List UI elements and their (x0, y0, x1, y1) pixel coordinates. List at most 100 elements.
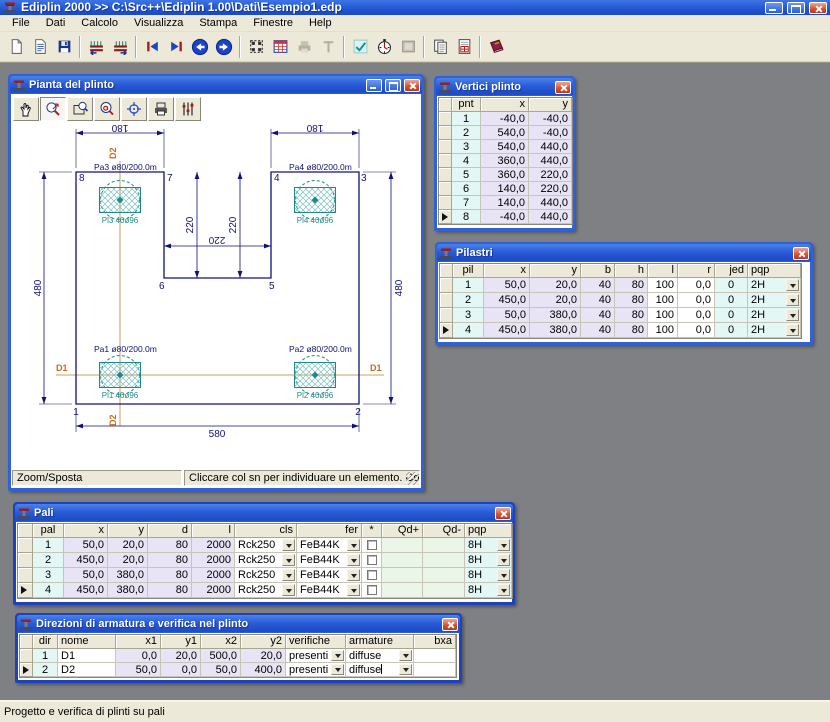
table-cell[interactable]: Rck250 (235, 553, 297, 568)
table-cell[interactable]: 50,0 (201, 663, 241, 677)
table-cell[interactable]: 440,0 (529, 154, 572, 168)
table-cell[interactable]: diffuse (346, 649, 414, 663)
table-cell[interactable] (382, 538, 423, 553)
table-cell[interactable]: 5 (452, 168, 481, 182)
table-cell[interactable]: 20,0 (530, 278, 581, 293)
table-cell[interactable]: Rck250 (235, 568, 297, 583)
table-cell[interactable]: 8H (465, 553, 512, 568)
last-record-button[interactable] (164, 35, 188, 59)
table-cell[interactable]: Rck250 (235, 583, 297, 598)
table-cell[interactable]: 40 (581, 278, 615, 293)
table-cell[interactable]: 380,0 (108, 568, 148, 583)
table-cell[interactable]: 380,0 (530, 323, 581, 338)
table-cell[interactable] (423, 553, 465, 568)
dropdown-button[interactable] (786, 309, 799, 321)
zoom-window-button[interactable] (67, 97, 93, 121)
table-cell[interactable]: 450,0 (484, 323, 530, 338)
pianta-maximize-button[interactable] (385, 79, 401, 92)
close-button[interactable] (809, 2, 827, 14)
maximize-button[interactable] (787, 2, 805, 14)
table-cell[interactable]: 8 (452, 210, 481, 224)
table-cell[interactable]: 0,0 (678, 323, 715, 338)
table-cell[interactable]: D1 (58, 649, 116, 663)
table-cell[interactable]: 2 (453, 293, 484, 308)
table-cell[interactable]: 540,0 (481, 126, 529, 140)
table-cell[interactable]: 1 (453, 278, 484, 293)
checkbox[interactable] (367, 540, 377, 550)
dropdown-button[interactable] (331, 664, 344, 675)
dropdown-button[interactable] (497, 539, 510, 551)
table-cell[interactable]: 0 (715, 293, 748, 308)
table-cell[interactable]: 140,0 (481, 182, 529, 196)
dropdown-button[interactable] (282, 554, 295, 566)
table-cell[interactable]: 0,0 (116, 649, 161, 663)
table-cell[interactable]: 20,0 (530, 293, 581, 308)
table-cell[interactable] (414, 663, 456, 677)
table-cell[interactable]: 20,0 (108, 553, 148, 568)
table-cell[interactable] (362, 553, 382, 568)
table-cell[interactable]: 100 (648, 293, 678, 308)
table-cell[interactable] (423, 538, 465, 553)
table-cell[interactable] (362, 583, 382, 598)
table-cell[interactable]: D2 (58, 663, 116, 677)
table-cell[interactable]: 2 (33, 553, 64, 568)
table-cell[interactable] (382, 553, 423, 568)
pan-hand-button[interactable] (13, 97, 39, 121)
table-cell[interactable]: 50,0 (116, 663, 161, 677)
menu-help[interactable]: Help (301, 16, 340, 30)
table-cell[interactable]: 8H (465, 538, 512, 553)
pilastri-close-button[interactable] (793, 247, 809, 260)
table-cell[interactable]: 0,0 (161, 663, 201, 677)
menu-file[interactable]: File (4, 16, 38, 30)
table-cell[interactable]: FeB44K (297, 568, 362, 583)
table-cell[interactable]: 4 (453, 323, 484, 338)
table-cell[interactable]: 50,0 (484, 278, 530, 293)
table-cell[interactable]: 220,0 (529, 182, 572, 196)
plinth-plan-button[interactable] (244, 35, 268, 59)
table-cell[interactable] (414, 649, 456, 663)
plinth-plan-drawing[interactable]: D1 D1 D2 D2 (12, 123, 420, 469)
table-cell[interactable]: 2 (33, 663, 58, 677)
table-cell[interactable]: 220,0 (529, 168, 572, 182)
table-cell[interactable]: 0 (715, 323, 748, 338)
pilastri-titlebar[interactable]: Pilastri (437, 244, 811, 262)
save-file-button[interactable] (52, 35, 76, 59)
table-cell[interactable]: 3 (453, 308, 484, 323)
table-cell[interactable]: 80 (615, 278, 648, 293)
table-cell[interactable]: 100 (648, 278, 678, 293)
table-cell[interactable]: FeB44K (297, 538, 362, 553)
dropdown-button[interactable] (786, 279, 799, 291)
table-cell[interactable]: 440,0 (529, 140, 572, 154)
table-cell[interactable]: 20,0 (108, 538, 148, 553)
table-prev-button[interactable] (84, 35, 108, 59)
table-next-button[interactable] (108, 35, 132, 59)
table-cell[interactable]: 2000 (192, 538, 235, 553)
pali-titlebar[interactable]: Pali (15, 504, 513, 522)
compute-run-button[interactable] (372, 35, 396, 59)
table-cell[interactable]: 2000 (192, 568, 235, 583)
table-cell[interactable]: 2H (748, 293, 801, 308)
table-cell[interactable]: 1 (452, 112, 481, 126)
menu-finestre[interactable]: Finestre (245, 16, 301, 30)
table-cell[interactable]: 7 (452, 196, 481, 210)
pile-symbols[interactable] (100, 181, 336, 395)
menu-visualizza[interactable]: Visualizza (126, 16, 191, 30)
display-options-button[interactable] (175, 97, 201, 121)
table-cell[interactable]: presenti (286, 649, 346, 663)
table-cell[interactable]: 80 (148, 538, 192, 553)
table-cell[interactable]: 6 (452, 182, 481, 196)
open-file-button[interactable] (28, 35, 52, 59)
center-view-button[interactable] (121, 97, 147, 121)
table-cell[interactable]: FeB44K (297, 583, 362, 598)
table-cell[interactable]: 80 (148, 568, 192, 583)
report-pages-button[interactable] (452, 35, 476, 59)
text-style-button[interactable] (316, 35, 340, 59)
dropdown-button[interactable] (399, 650, 412, 661)
table-cell[interactable]: 1 (33, 649, 58, 663)
table-cell[interactable]: presenti (286, 663, 346, 677)
table-cell[interactable]: 4 (452, 154, 481, 168)
table-cell[interactable]: 2H (748, 323, 801, 338)
pianta-titlebar[interactable]: Pianta del plinto (10, 76, 422, 94)
table-cell[interactable]: 80 (615, 323, 648, 338)
new-file-button[interactable] (4, 35, 28, 59)
